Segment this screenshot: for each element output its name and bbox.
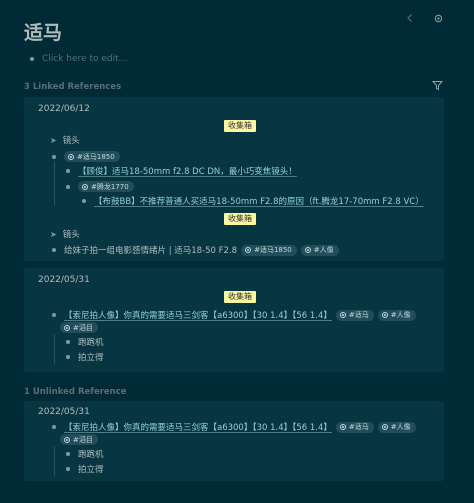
inbox-badge[interactable]: 收集箱 [224,291,256,303]
tag-icon [339,424,346,430]
reference-link[interactable]: 【索尼拍人像】你真的需要适马三剑客【a6300】【30 1.4】【56 1.4】 [64,309,332,321]
bullet-dot [66,452,70,456]
breadcrumb: ➤ 镜头 [50,134,80,147]
tag-icon [381,424,388,430]
indent-guide [54,334,55,364]
list-item: 给妹子拍一组电影感情绪片 | 适马18-50 F2.8 #适马1850 #人像 [52,244,339,256]
arrow-right-icon: ➤ [50,135,57,145]
page-title: 适马 [24,22,63,44]
reference-date[interactable]: 2022/05/31 [38,407,90,417]
tag-icon [339,312,346,318]
tag-icon [245,247,252,253]
child-text[interactable]: 拍立得 [78,351,104,363]
tag-icon [68,153,74,160]
breadcrumb: ➤ 镜头 [50,228,80,241]
indent-guide [54,161,55,205]
tag-chip[interactable]: #人像 [377,421,416,433]
reference-date[interactable]: 2022/06/12 [38,104,90,114]
gear-icon[interactable] [432,12,444,24]
bullet-dot [52,425,56,429]
page-toolbar [404,12,444,24]
child-text[interactable]: 跑跑机 [78,336,104,348]
chevron-left-icon[interactable] [404,12,416,24]
bullet-dot [52,248,56,252]
child-text[interactable]: 拍立得 [78,463,104,475]
bullet-dot [52,313,56,317]
tag-chip[interactable]: #腾龙1770 [78,181,134,192]
tag-chip[interactable]: #滔目 [60,322,98,333]
reference-link[interactable]: 【顾俊】适马18-50mm f2.8 DC DN，最小巧变焦镜头！ [78,165,297,177]
list-item: #滔目 [60,322,98,333]
reference-link[interactable]: 【布鼓BB】不推荐普通人买适马18-50mm F2.8的原因（ft.腾龙17-7… [94,195,424,207]
reference-text[interactable]: 给妹子拍一组电影感情绪片 | 适马18-50 F2.8 [64,244,237,256]
tag-icon [64,324,70,331]
list-item: 【顾俊】适马18-50mm f2.8 DC DN，最小巧变焦镜头！ [66,165,297,177]
tag-icon [82,183,88,190]
tag-chip[interactable]: #人像 [300,244,339,256]
filter-icon[interactable] [431,80,444,92]
list-item: #腾龙1770 [66,181,134,192]
unlinked-references-header[interactable]: 1 Unlinked Reference [24,387,127,397]
linked-references-header[interactable]: 3 Linked References [24,82,121,92]
bullet-dot [52,154,56,159]
bullet-dot [66,467,70,471]
bullet-dot [66,355,70,359]
tag-chip[interactable]: #适马1850 [241,244,297,256]
breadcrumb-label[interactable]: 镜头 [63,228,80,240]
reference-card: 2022/05/31 【索尼拍人像】你真的需要适马三剑客【a6300】【30 1… [24,401,444,481]
list-item: 【布鼓BB】不推荐普通人买适马18-50mm F2.8的原因（ft.腾龙17-7… [82,195,424,207]
bullet-dot [30,57,34,61]
breadcrumb-label[interactable]: 镜头 [63,134,80,146]
tag-icon [64,436,70,443]
reference-link[interactable]: 【索尼拍人像】你真的需要适马三剑客【a6300】【30 1.4】【56 1.4】 [64,421,332,433]
reference-card: 2022/06/12 收集箱 ➤ 镜头 #适马1850 【顾俊】适马18-50m… [24,97,444,261]
bullet-dot [66,184,70,189]
child-text[interactable]: 跑跑机 [78,448,104,460]
empty-block[interactable]: Click here to edit... [30,54,127,64]
inbox-badge[interactable]: 收集箱 [224,213,256,225]
list-item: 拍立得 [66,463,104,475]
list-item: 【索尼拍人像】你真的需要适马三剑客【a6300】【30 1.4】【56 1.4】… [52,309,416,321]
reference-date[interactable]: 2022/05/31 [38,275,90,285]
tag-icon [381,312,388,318]
edit-placeholder[interactable]: Click here to edit... [42,54,127,64]
list-item: 【索尼拍人像】你真的需要适马三剑客【a6300】【30 1.4】【56 1.4】… [52,421,416,433]
tag-chip[interactable]: #适马 [335,421,374,433]
list-item: 跑跑机 [66,336,104,348]
inbox-badge[interactable]: 收集箱 [224,120,256,132]
arrow-right-icon: ➤ [50,229,57,239]
bullet-dot [66,169,70,173]
indent-guide [54,446,55,476]
list-item: 拍立得 [66,351,104,363]
list-item: 跑跑机 [66,448,104,460]
list-item: #滔目 [60,434,98,445]
tag-chip[interactable]: #滔目 [60,434,98,445]
bullet-dot [66,340,70,344]
reference-card: 2022/05/31 收集箱 【索尼拍人像】你真的需要适马三剑客【a6300】【… [24,268,444,372]
tag-chip[interactable]: #适马 [335,309,374,321]
tag-icon [304,247,311,253]
bullet-dot [82,199,86,203]
list-item: #适马1850 [52,151,120,162]
tag-chip[interactable]: #适马1850 [64,151,120,162]
tag-chip[interactable]: #人像 [377,309,416,321]
